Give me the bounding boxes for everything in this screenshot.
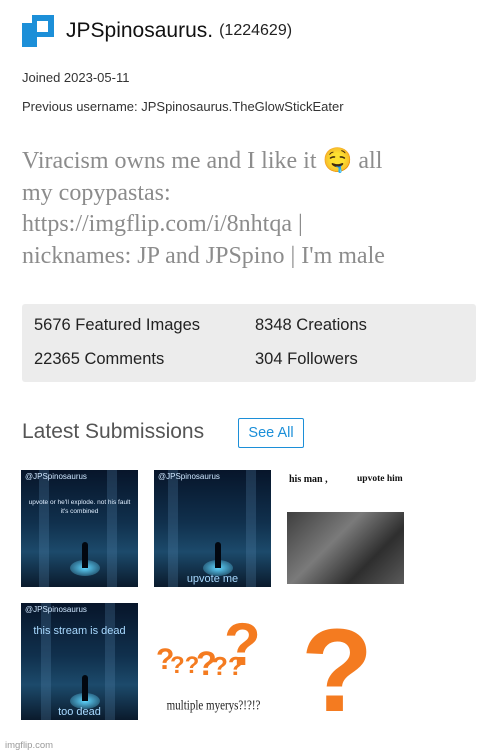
user-id: (1224629) xyxy=(219,22,293,39)
latest-submissions-title: Latest Submissions xyxy=(22,420,205,443)
bio-line: Viracism owns me and I like it 🤤 all xyxy=(22,148,383,174)
bio-line: my copypastas: xyxy=(22,179,171,206)
imgflip-logo-icon[interactable] xyxy=(22,15,54,47)
submission-thumbnail[interactable]: his man , upvote him xyxy=(287,470,404,587)
question-mark-icon: ? xyxy=(301,605,373,720)
thumbnail-caption: this stream is dead xyxy=(33,625,126,637)
profile-bio: Viracism owns me and I like it 🤤 all my … xyxy=(22,146,482,272)
svg-text:?: ? xyxy=(301,605,373,720)
see-all-button[interactable]: See All xyxy=(238,418,304,448)
stat-followers[interactable]: 304 Followers xyxy=(255,350,358,369)
submission-thumbnail[interactable]: ? ?? ? ?? ? multiple myerys?!?!? xyxy=(154,603,271,720)
thumbnail-caption: too dead xyxy=(58,706,101,718)
submission-thumbnail[interactable]: @JPSpinosaurus upvote me xyxy=(154,470,271,587)
thumbnail-watermark: @JPSpinosaurus xyxy=(25,472,87,481)
stats-box: 5676 Featured Images 8348 Creations 2236… xyxy=(22,304,476,382)
imgflip-watermark: imgflip.com xyxy=(5,740,54,751)
submission-thumbnail[interactable]: ? xyxy=(287,603,404,720)
thumbnail-caption: multiple myerys?!?!? xyxy=(166,698,261,714)
bio-line: nicknames: JP and JPSpino | I'm male xyxy=(22,242,385,269)
thumbnail-caption: his man , xyxy=(289,474,328,485)
thumbnail-watermark: @JPSpinosaurus xyxy=(158,472,220,481)
previous-username: Previous username: JPSpinosaurus.TheGlow… xyxy=(22,99,344,114)
joined-date: Joined 2023-05-11 xyxy=(22,70,130,85)
svg-text:??: ?? xyxy=(170,652,199,679)
svg-text:?: ? xyxy=(224,611,261,678)
thumbnail-caption: upvote me xyxy=(186,573,239,585)
profile-header: JPSpinosaurus. (1224629) xyxy=(22,14,292,48)
stat-creations[interactable]: 8348 Creations xyxy=(255,316,367,335)
username: JPSpinosaurus. xyxy=(66,19,214,42)
stat-comments[interactable]: 22365 Comments xyxy=(34,350,164,369)
stat-featured-images[interactable]: 5676 Featured Images xyxy=(34,316,200,335)
thumbnail-caption: upvote or he'll explode. not his fault i… xyxy=(28,499,131,515)
submission-thumbnail[interactable]: @JPSpinosaurus this stream is dead too d… xyxy=(21,603,138,720)
thumbnail-caption: upvote him xyxy=(357,474,403,484)
thumbnail-photo xyxy=(287,512,404,584)
bio-line[interactable]: https://imgflip.com/i/8nhtqa | xyxy=(22,209,482,241)
submission-thumbnail[interactable]: @JPSpinosaurus upvote or he'll explode. … xyxy=(21,470,138,587)
thumbnail-watermark: @JPSpinosaurus xyxy=(25,605,87,614)
